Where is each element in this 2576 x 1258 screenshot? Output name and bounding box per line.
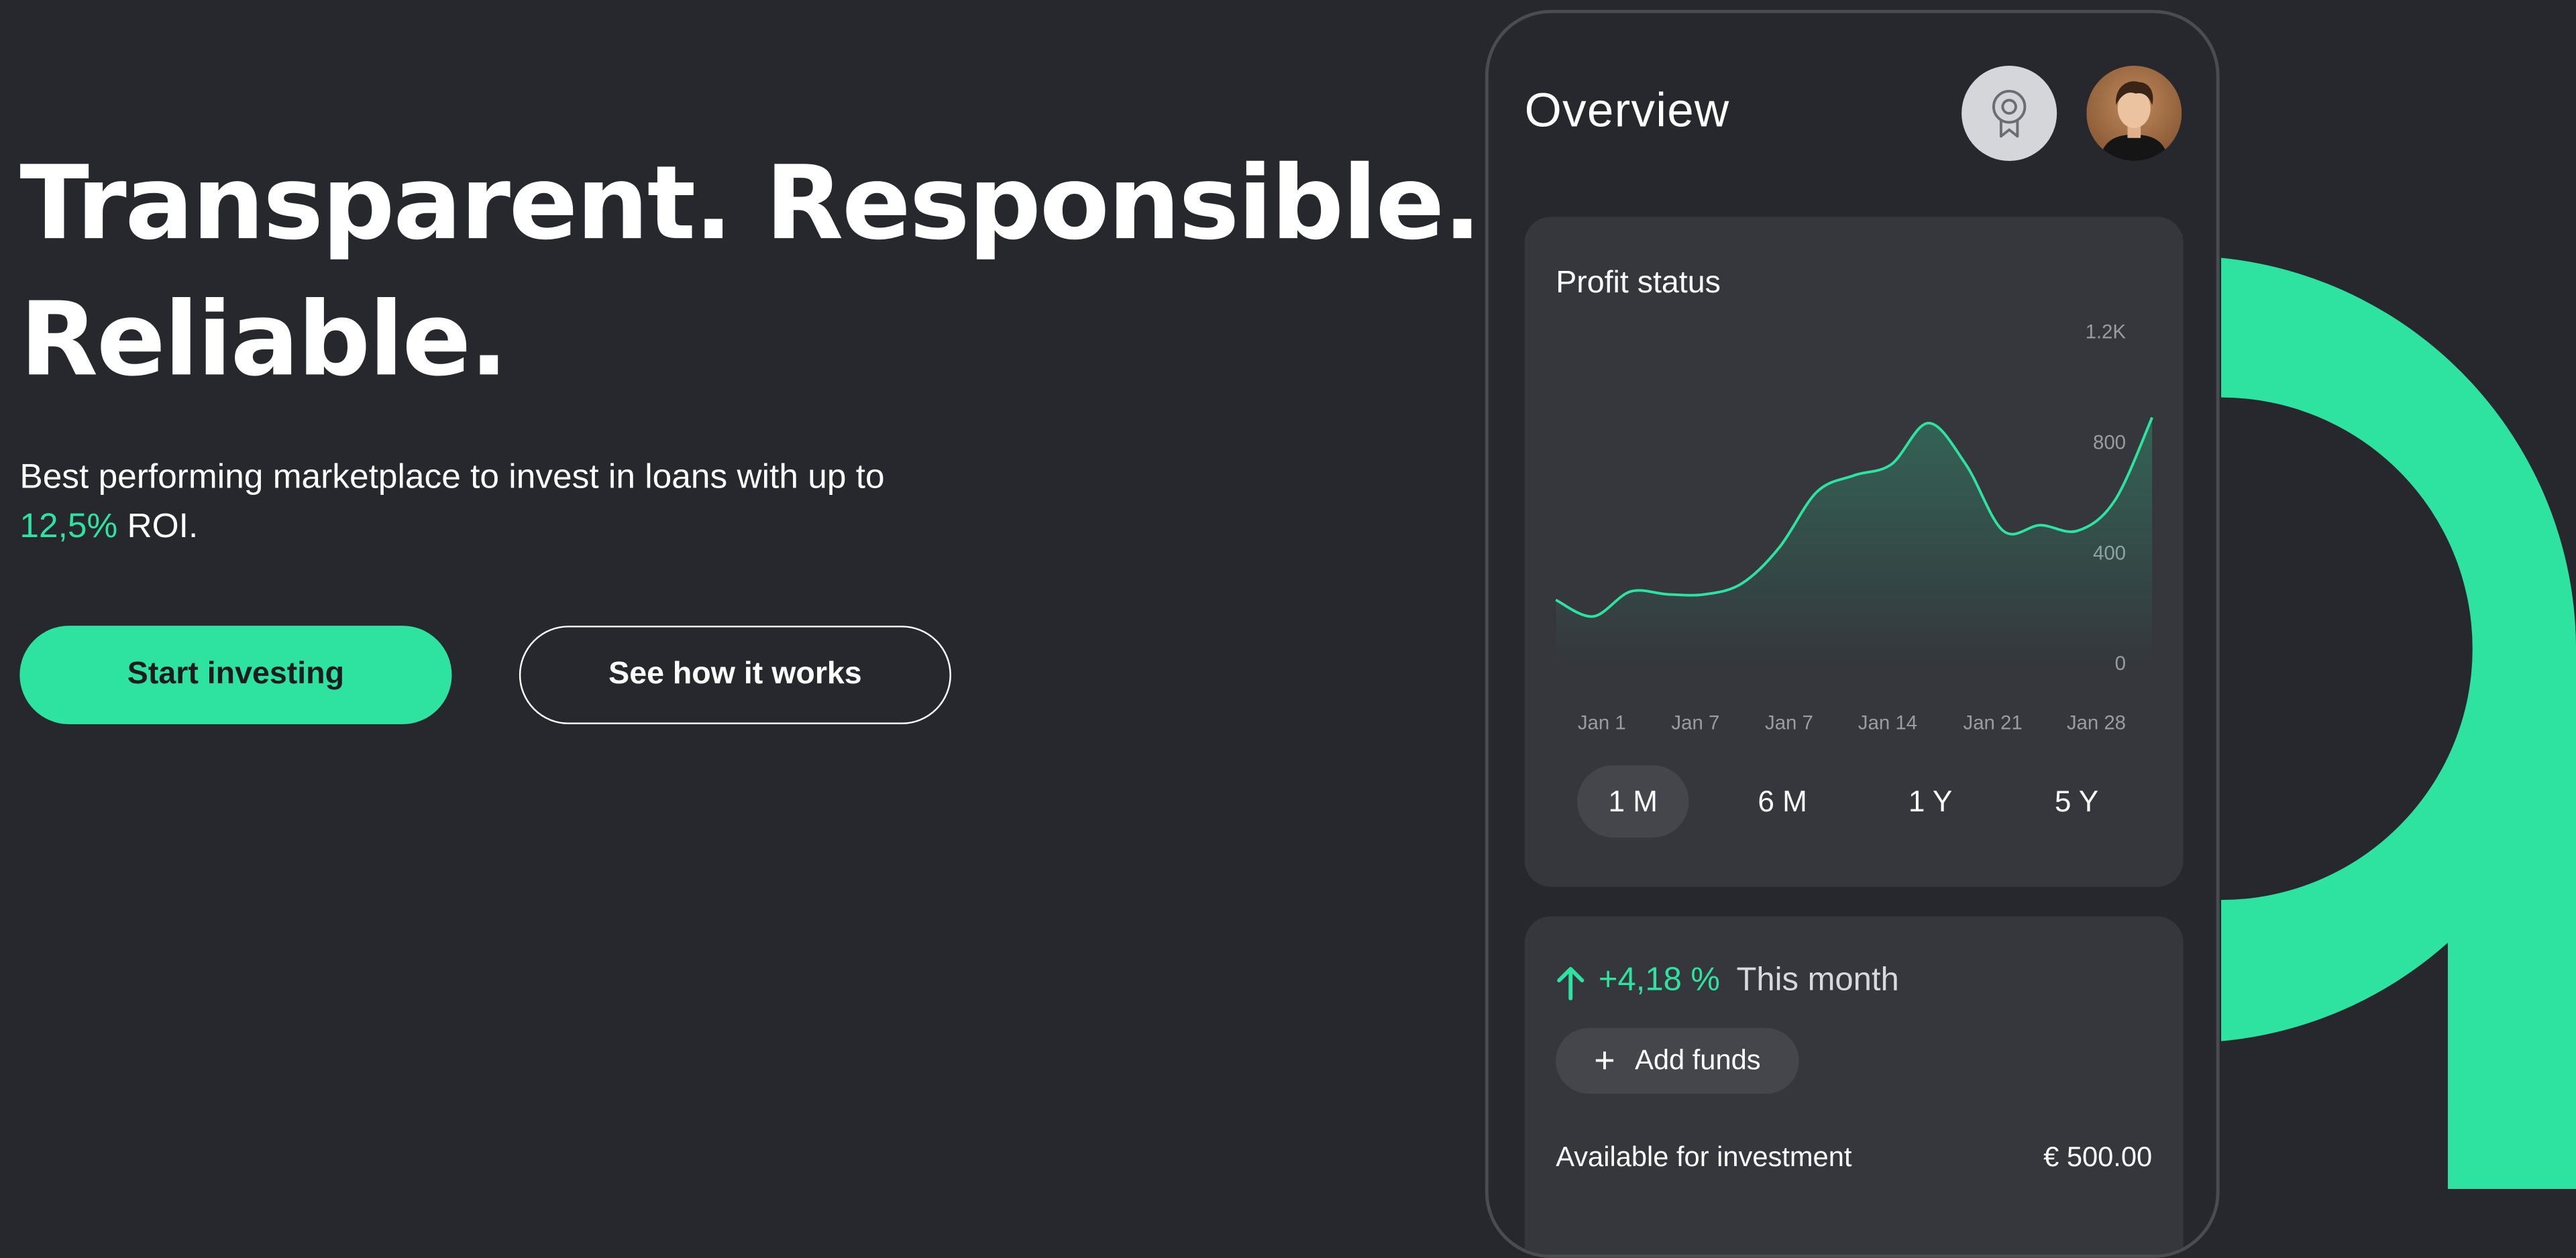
roi-highlight: 12,5% <box>19 507 118 546</box>
x-tick-label: Jan 28 <box>2067 711 2126 734</box>
rewards-button[interactable] <box>1962 65 2057 162</box>
range-1y-button[interactable]: 1 Y <box>1874 765 1986 838</box>
add-funds-label: Add funds <box>1635 1044 1761 1076</box>
phone-mockup: Overview Profit status 0 800 1.2K Jan 1 … <box>1485 9 2220 1258</box>
user-avatar-icon <box>2086 65 2182 162</box>
available-value: € 500.00 <box>2043 1141 2153 1173</box>
x-tick-label: Jan 1 <box>1578 711 1626 734</box>
start-investing-button[interactable]: Start investing <box>19 626 452 725</box>
monthly-change: +4,18 % This month <box>1556 962 1899 1000</box>
subtext-suffix: ROI. <box>117 507 199 546</box>
x-tick-label: Jan 21 <box>1964 711 2023 734</box>
see-how-it-works-button[interactable]: See how it works <box>519 626 951 725</box>
avatar[interactable] <box>2086 65 2182 162</box>
overview-title: Overview <box>1524 85 1730 138</box>
x-tick-label: Jan 14 <box>1858 711 1917 734</box>
add-funds-button[interactable]: + Add funds <box>1556 1028 1799 1094</box>
hero-headline: Transparent. Responsible. Reliable. <box>19 135 1481 408</box>
change-period: This month <box>1736 962 1899 998</box>
y-tick-label: 800 <box>2093 431 2126 453</box>
x-axis-ticks: Jan 1 Jan 7 Jan 7 Jan 14 Jan 21 Jan 28 <box>1578 711 2126 734</box>
available-label: Available for investment <box>1556 1141 1852 1173</box>
hero-subtext: Best performing marketplace to invest in… <box>19 453 906 552</box>
plus-icon: + <box>1594 1039 1615 1081</box>
x-tick-label: Jan 7 <box>1671 711 1719 734</box>
headline-line-2: Reliable. <box>19 279 508 400</box>
range-selector: 1 M 6 M 1 Y 5 Y <box>1577 765 2152 838</box>
award-icon <box>1992 89 2027 138</box>
range-5y-button[interactable]: 5 Y <box>2021 765 2133 838</box>
change-percent: +4,18 % <box>1598 962 1720 998</box>
profit-area-fill <box>1556 417 2153 664</box>
subtext-prefix: Best performing marketplace to invest in… <box>19 458 885 496</box>
profit-chart: 04008001.2K Jan 1Jan 7Jan 7Jan 14Jan 21J… <box>1555 321 2153 734</box>
arrow-up-icon <box>1557 966 1585 1000</box>
range-1m-button[interactable]: 1 M <box>1577 765 1689 838</box>
monthly-summary-card: +4,18 % This month + Add funds Available… <box>1524 916 2184 1255</box>
profit-status-card: Profit status 04008001.2K Jan 1Jan 7Jan … <box>1524 217 2184 887</box>
headline-line-1: Transparent. Responsible. <box>19 143 1481 263</box>
range-6m-button[interactable]: 6 M <box>1727 765 1839 838</box>
y-tick-label: 1.2K <box>2086 321 2127 343</box>
x-tick-label: Jan 7 <box>1765 711 1813 734</box>
page: Transparent. Responsible. Reliable. Best… <box>0 0 2576 1258</box>
